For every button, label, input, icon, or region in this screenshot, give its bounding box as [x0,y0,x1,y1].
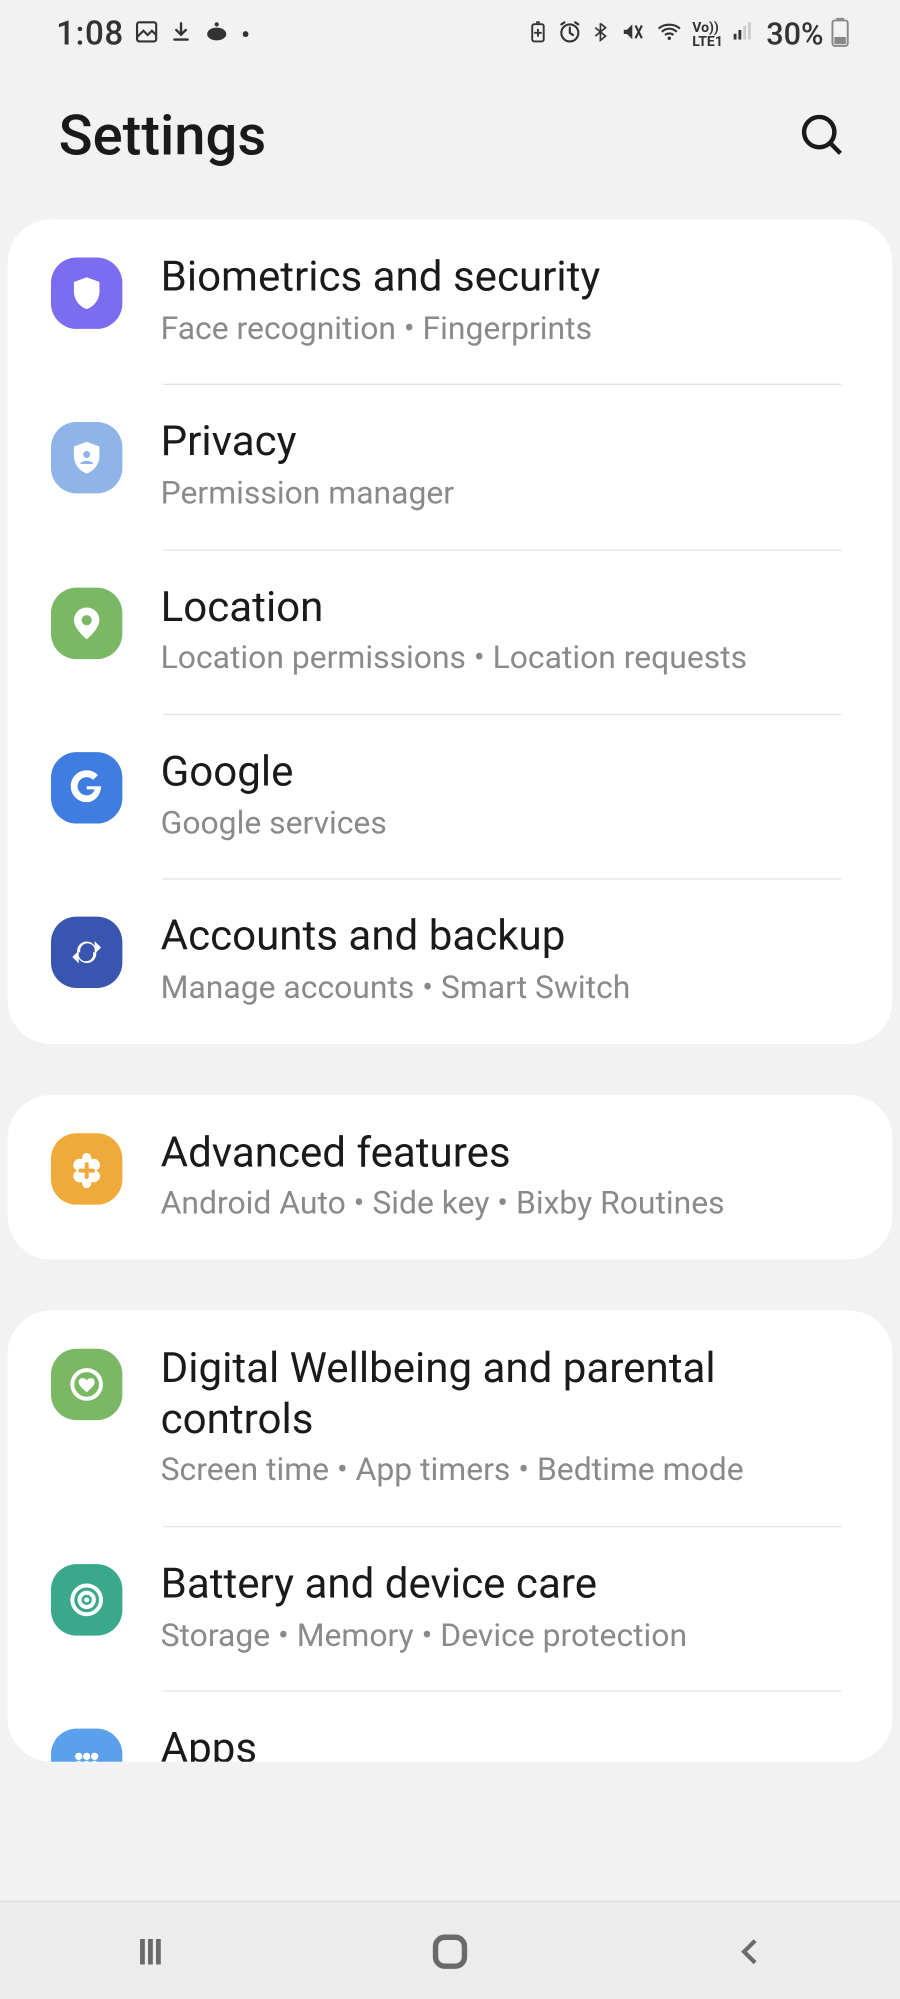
system-nav-bar [0,1901,900,1999]
settings-item-battery[interactable]: Battery and device care Storage • Memory… [8,1526,893,1691]
battery-percent: 30% [766,17,823,53]
back-icon [733,1932,766,1970]
status-bar: 1:08 • [0,0,900,69]
settings-item-subtitle: Location permissions • Location requests [161,638,854,681]
home-button[interactable] [412,1926,488,1977]
settings-item-wellbeing[interactable]: Digital Wellbeing and parental controls … [8,1311,893,1526]
settings-item-biometrics[interactable]: Biometrics and security Face recognition… [8,219,893,384]
settings-group: Digital Wellbeing and parental controls … [8,1311,893,1763]
battery-saver-icon [526,18,549,50]
settings-item-title: Advanced features [161,1128,854,1178]
reddit-icon [203,18,231,50]
grid-icon [51,1729,122,1762]
alarm-icon [557,18,582,50]
sync-icon [51,917,122,988]
settings-item-title: Biometrics and security [161,252,854,302]
download-icon [170,18,193,50]
settings-item-title: Privacy [161,417,854,467]
wifi-icon [654,18,685,50]
bluetooth-icon [590,17,610,51]
signal-icon [731,19,756,50]
page-title: Settings [59,102,267,168]
shield-icon [51,258,122,329]
more-dot-icon: • [241,19,250,50]
settings-item-title: Apps [161,1724,854,1762]
search-button[interactable] [795,108,849,162]
target-icon [51,1564,122,1635]
settings-item-title: Accounts and backup [161,912,854,962]
pin-icon [51,587,122,658]
settings-item-subtitle: Permission manager [161,473,854,516]
settings-item-advanced[interactable]: Advanced features Android Auto • Side ke… [8,1095,893,1260]
home-icon [428,1929,471,1972]
settings-item-subtitle: Google services [161,803,854,846]
shield-person-icon [51,422,122,493]
google-icon [51,752,122,823]
settings-item-title: Digital Wellbeing and parental controls [161,1344,854,1445]
plus-flower-icon [51,1133,122,1204]
recents-icon [131,1932,169,1970]
settings-item-location[interactable]: Location Location permissions • Location… [8,549,893,714]
settings-item-title: Google [161,747,854,797]
settings-group: Biometrics and security Face recognition… [8,219,893,1043]
settings-item-subtitle: Storage • Memory • Device protection [161,1615,854,1658]
status-time: 1:08 [56,15,124,53]
settings-item-accounts[interactable]: Accounts and backup Manage accounts • Sm… [8,879,893,1044]
heart-ring-icon [51,1349,122,1420]
battery-icon [831,16,849,53]
image-icon [134,18,159,50]
settings-item-google[interactable]: Google Google services [8,714,893,879]
settings-group: Advanced features Android Auto • Side ke… [8,1095,893,1260]
settings-item-subtitle: Screen time • App timers • Bedtime mode [161,1450,854,1493]
settings-list: Biometrics and security Face recognition… [0,219,900,1900]
mute-vibrate-icon [618,18,646,50]
volte-icon: Vo))LTE1 [692,20,723,48]
search-icon [798,111,846,159]
settings-item-apps[interactable]: Apps [8,1691,893,1762]
settings-item-title: Battery and device care [161,1559,854,1609]
settings-item-title: Location [161,582,854,632]
settings-item-subtitle: Face recognition • Fingerprints [161,308,854,351]
settings-item-privacy[interactable]: Privacy Permission manager [8,384,893,549]
back-button[interactable] [712,1926,788,1977]
app-header: Settings [0,69,900,219]
settings-item-subtitle: Manage accounts • Smart Switch [161,968,854,1011]
recents-button[interactable] [112,1926,188,1977]
settings-item-subtitle: Android Auto • Side key • Bixby Routines [161,1183,854,1226]
